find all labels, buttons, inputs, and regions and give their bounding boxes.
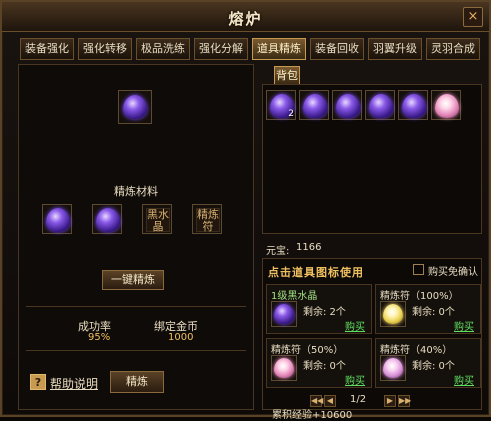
material-slot-2[interactable]	[92, 204, 122, 234]
refine-button[interactable]: 精炼	[110, 371, 164, 393]
purple-gem-icon	[303, 94, 327, 118]
item-remaining: 剩余: 0个	[303, 361, 346, 372]
buy-link[interactable]: 购买	[454, 372, 474, 387]
page-indicator: 1/2	[350, 394, 367, 405]
quick-buy-heading: 点击道具图标使用	[268, 266, 364, 279]
materials-title: 精炼材料	[114, 185, 158, 198]
purple-gem-icon	[96, 208, 120, 232]
item-name: 精炼符（50%）	[271, 345, 344, 356]
next-page-icon[interactable]: ▶	[384, 395, 396, 407]
success-rate-value: 95%	[88, 332, 111, 343]
pink-talisman-icon	[274, 358, 294, 378]
item-use-slot[interactable]	[271, 301, 297, 327]
purple-gem-icon	[336, 94, 360, 118]
tab-feather-synthesis[interactable]: 灵羽合成	[426, 38, 480, 60]
one-key-refine-button[interactable]: 一键精炼	[102, 270, 164, 290]
item-name: 1级黑水晶	[271, 291, 318, 302]
tab-enhance-decompose[interactable]: 强化分解	[194, 38, 248, 60]
quick-buy-item-talisman-40: 精炼符（40%） 剩余: 0个 购买	[375, 338, 481, 388]
black-crystal-placeholder: 黑水晶	[146, 208, 170, 233]
material-slot-1[interactable]	[42, 204, 72, 234]
bag-slot[interactable]	[365, 90, 395, 120]
refine-talisman-placeholder: 精炼符	[196, 208, 220, 233]
title-bar: 熔炉 ×	[2, 2, 489, 32]
tab-wing-upgrade[interactable]: 羽翼升级	[368, 38, 422, 60]
yuanbao-value: 1166	[296, 242, 322, 253]
yellow-talisman-icon	[383, 304, 403, 324]
divider	[26, 306, 246, 307]
bag-slot[interactable]	[332, 90, 362, 120]
help-link[interactable]: 帮助说明	[50, 375, 98, 392]
item-use-slot[interactable]	[380, 301, 406, 327]
item-use-slot[interactable]	[271, 355, 297, 381]
bag-slot[interactable]: 2	[266, 90, 296, 120]
material-slot-black-crystal[interactable]: 黑水晶	[142, 204, 172, 234]
auto-confirm-checkbox[interactable]	[413, 264, 424, 275]
tab-enhance-transfer[interactable]: 强化转移	[78, 38, 132, 60]
tab-equip-enhance[interactable]: 装备强化	[20, 38, 74, 60]
tab-premium-reroll[interactable]: 极品洗练	[136, 38, 190, 60]
purple-gem-icon	[402, 94, 426, 118]
item-remaining: 剩余: 0个	[412, 307, 455, 318]
divider	[26, 350, 246, 351]
buy-link[interactable]: 购买	[345, 372, 365, 387]
quick-buy-item-talisman-50: 精炼符（50%） 剩余: 0个 购买	[266, 338, 372, 388]
quick-buy-item-talisman-100: 精炼符（100%） 剩余: 0个 购买	[375, 284, 481, 334]
last-page-icon[interactable]: ▶▶	[398, 395, 411, 407]
item-name: 精炼符（100%）	[380, 291, 459, 302]
item-name: 精炼符（40%）	[380, 345, 453, 356]
refine-talisman-icon	[435, 94, 459, 118]
buy-link[interactable]: 购买	[454, 318, 474, 333]
buy-link[interactable]: 购买	[345, 318, 365, 333]
yuanbao-label: 元宝:	[266, 246, 290, 257]
accumulated-exp: 累积经验+10600	[272, 410, 353, 421]
auto-confirm-label: 购买免确认	[428, 267, 478, 278]
purple-gem-icon	[123, 95, 147, 119]
help-question-icon[interactable]: ?	[30, 374, 46, 390]
bag-slot[interactable]	[299, 90, 329, 120]
purple-gem-icon	[274, 304, 294, 324]
window-title: 熔炉	[228, 10, 263, 28]
bound-gold-value: 1000	[168, 332, 194, 343]
quick-buy-item-black-crystal: 1级黑水晶 剩余: 2个 购买	[266, 284, 372, 334]
target-item-slot[interactable]	[118, 90, 152, 124]
item-use-slot[interactable]	[380, 355, 406, 381]
close-icon[interactable]: ×	[463, 7, 483, 27]
bag-slot[interactable]	[431, 90, 461, 120]
violet-talisman-icon	[383, 358, 403, 378]
purple-gem-icon	[46, 208, 70, 232]
tab-equip-recycle[interactable]: 装备回收	[310, 38, 364, 60]
item-count: 2	[288, 109, 294, 119]
bag-slot[interactable]	[398, 90, 428, 120]
tab-item-refine[interactable]: 道具精炼	[252, 38, 306, 60]
item-remaining: 剩余: 2个	[303, 307, 346, 318]
material-slot-refine-talisman[interactable]: 精炼符	[192, 204, 222, 234]
tab-bag[interactable]: 背包	[274, 66, 300, 85]
item-remaining: 剩余: 0个	[412, 361, 455, 372]
purple-gem-icon	[369, 94, 393, 118]
